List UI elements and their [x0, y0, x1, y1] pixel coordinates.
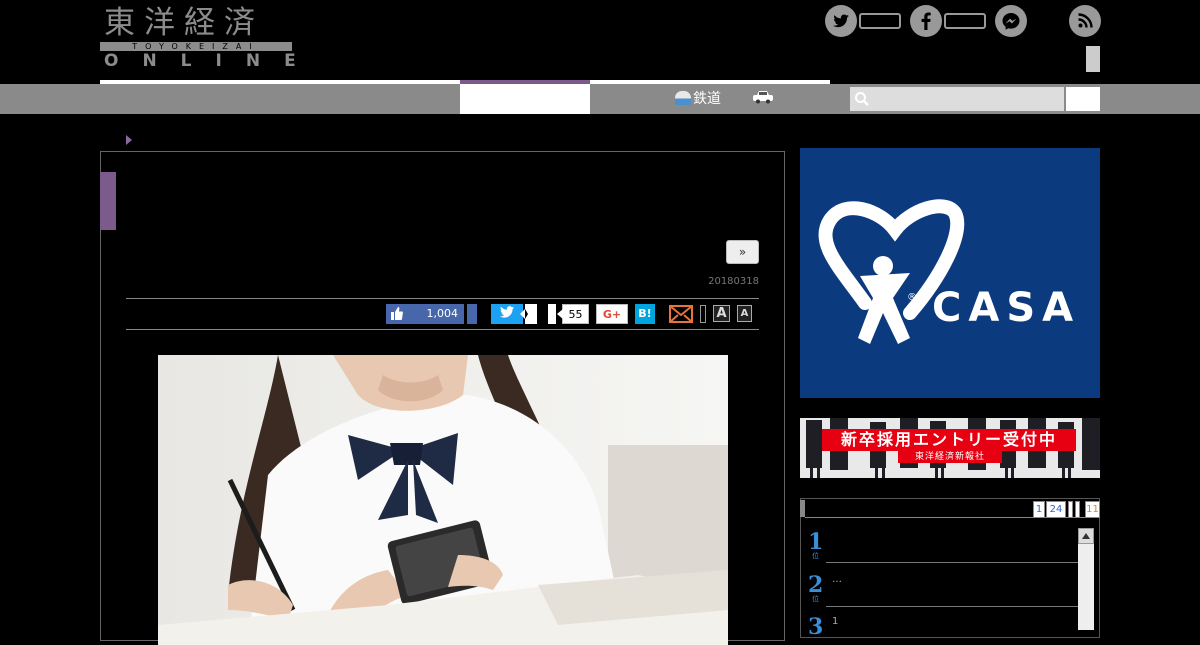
print-button[interactable]: [700, 305, 706, 323]
googleplus-share-button[interactable]: G+: [596, 304, 628, 324]
share-top-divider: [126, 298, 759, 299]
car-icon: [752, 91, 774, 107]
mail-icon[interactable]: [669, 304, 693, 324]
twitter-count-bubble: [520, 304, 537, 324]
nav-item-label: 鉄道: [693, 91, 721, 107]
search-input[interactable]: [850, 87, 1064, 111]
facebook-share-tail: [467, 304, 477, 324]
thumbs-up-icon: [391, 307, 403, 321]
casa-registered-mark: ®: [907, 292, 917, 303]
share-bottom-divider: [126, 329, 759, 330]
logo-kanji: 東洋経済: [104, 5, 264, 41]
hatena-share-edge: [548, 304, 556, 324]
twitter-icon[interactable]: [825, 5, 857, 37]
font-size-large-button[interactable]: A: [713, 305, 730, 322]
hatena-count: 55: [557, 304, 589, 324]
article-photo: [158, 355, 728, 645]
ranking-item-2-title[interactable]: …: [832, 574, 842, 585]
ranking-divider: [826, 606, 1078, 607]
rss-icon[interactable]: [1069, 5, 1101, 37]
ranking-heading-mark: [800, 500, 805, 517]
ranking-item-2-unit: 位: [812, 595, 819, 603]
ranking-item-3-title[interactable]: 1: [832, 616, 838, 627]
next-page-button[interactable]: »: [726, 240, 759, 264]
ranking-tab-5[interactable]: 11: [1085, 501, 1100, 518]
ranking-item-3-rank: 3: [808, 614, 824, 640]
ranking-tab-1h[interactable]: 1: [1033, 501, 1045, 518]
facebook-icon[interactable]: [910, 5, 942, 37]
recruit-company-text: 東洋経済新報社: [898, 451, 1002, 463]
nav-item-railway[interactable]: 鉄道: [675, 84, 721, 114]
ranking-widget: [800, 498, 1100, 638]
ranking-divider: [826, 562, 1078, 563]
twitter-bird-icon: [500, 306, 514, 320]
nav-tab-active[interactable]: [460, 84, 590, 114]
logo-subtitle: TOYOKEIZAI: [100, 42, 292, 51]
logo-online: ONLINE: [104, 51, 320, 71]
recruit-banner-text[interactable]: 新卒採用エントリー受付中: [822, 429, 1076, 451]
train-icon: [675, 91, 691, 105]
scroll-up-icon[interactable]: [1078, 528, 1094, 544]
facebook-count: [944, 13, 986, 29]
casa-logo-icon: [818, 199, 965, 344]
breadcrumb-arrow-icon: [126, 135, 132, 145]
casa-advertisement[interactable]: ® CASA: [800, 148, 1100, 398]
messenger-icon[interactable]: [995, 5, 1027, 37]
ranking-tab-24h[interactable]: 24: [1046, 501, 1066, 518]
facebook-like-count: 1,004: [426, 307, 459, 320]
ranking-tab-4[interactable]: [1075, 501, 1080, 518]
casa-wordmark: CASA: [932, 285, 1081, 331]
search-icon: [854, 91, 870, 111]
twitter-count: [859, 13, 901, 29]
header-login-tab[interactable]: [1086, 46, 1100, 72]
ranking-item-1-unit: 位: [812, 552, 819, 560]
nav-item-car[interactable]: [752, 84, 774, 114]
search-button[interactable]: [1066, 87, 1100, 111]
font-size-small-button[interactable]: A: [737, 305, 752, 322]
twitter-share-button[interactable]: [491, 304, 523, 324]
article-date: 20180318: [708, 276, 759, 287]
ranking-tab-3[interactable]: [1068, 501, 1073, 518]
facebook-like-button[interactable]: 1,004: [386, 304, 464, 324]
hatena-bookmark-button[interactable]: B!: [635, 304, 655, 324]
category-tab[interactable]: [100, 172, 116, 230]
